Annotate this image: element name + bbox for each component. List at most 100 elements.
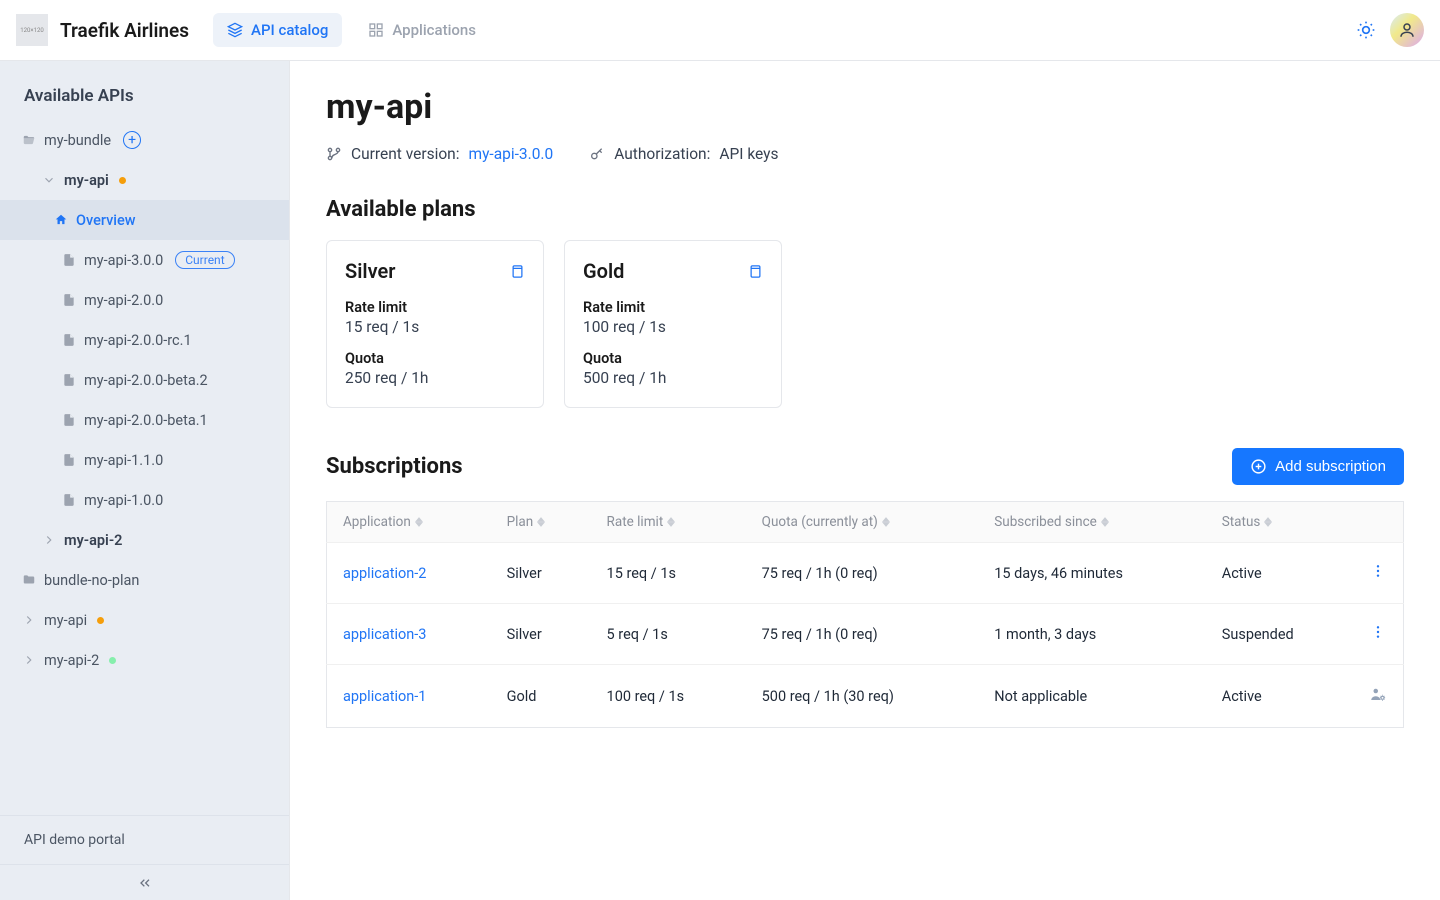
cell-rate-limit: 15 req / 1s — [591, 543, 746, 604]
theme-toggle-icon[interactable] — [1356, 20, 1376, 40]
plan-rate-limit-label: Rate limit — [345, 299, 525, 316]
row-menu-icon[interactable] — [1370, 566, 1386, 583]
sort-icon — [882, 517, 890, 527]
tree-root-my-api-label: my-api — [44, 612, 87, 629]
tree-overview[interactable]: Overview — [0, 200, 289, 240]
sidebar-title: Available APIs — [0, 61, 289, 120]
status-dot-icon — [109, 657, 116, 664]
tree-api-my-api[interactable]: my-api — [0, 160, 289, 200]
application-link[interactable]: application-1 — [343, 688, 426, 705]
chevron-right-icon — [42, 533, 56, 547]
col-application[interactable]: Application — [327, 502, 491, 543]
git-branch-icon — [326, 146, 342, 162]
tree-version-label: my-api-2.0.0-rc.1 — [84, 332, 192, 349]
cell-since: Not applicable — [978, 665, 1206, 728]
tree-version[interactable]: my-api-2.0.0-rc.1 — [0, 320, 289, 360]
folder-open-icon — [22, 133, 36, 147]
tree-version-label: my-api-3.0.0 — [84, 252, 163, 269]
col-since[interactable]: Subscribed since — [978, 502, 1206, 543]
file-icon — [62, 373, 76, 387]
plan-quota-label: Quota — [583, 350, 763, 367]
add-subscription-button[interactable]: Add subscription — [1232, 448, 1404, 485]
tree-root-my-api-2[interactable]: my-api-2 — [0, 640, 289, 680]
nav-applications[interactable]: Applications — [354, 13, 490, 47]
col-rate-limit[interactable]: Rate limit — [591, 502, 746, 543]
file-icon — [62, 413, 76, 427]
plan-rate-limit-value: 15 req / 1s — [345, 318, 525, 336]
cell-status: Active — [1206, 665, 1353, 728]
topbar: 120×120 Traefik Airlines API catalog App… — [0, 0, 1440, 61]
col-plan[interactable]: Plan — [491, 502, 591, 543]
cell-plan: Gold — [491, 665, 591, 728]
key-icon — [589, 146, 605, 162]
plan-card: GoldRate limit100 req / 1sQuota500 req /… — [564, 240, 782, 408]
sort-icon — [1101, 517, 1109, 527]
col-quota[interactable]: Quota (currently at) — [746, 502, 979, 543]
meta-authorization-value: API keys — [719, 145, 778, 163]
plan-rate-limit-label: Rate limit — [583, 299, 763, 316]
plan-name: Silver — [345, 259, 395, 283]
sidebar-collapse[interactable] — [0, 864, 289, 900]
tree-version[interactable]: my-api-1.0.0 — [0, 480, 289, 520]
tree-bundle-label: my-bundle — [44, 132, 111, 149]
meta-current-version-value[interactable]: my-api-3.0.0 — [469, 145, 554, 163]
tree-bundle-no-plan[interactable]: bundle-no-plan — [0, 560, 289, 600]
sidebar: Available APIs my-bundle + my-api — [0, 61, 290, 900]
meta-current-version-label: Current version: — [351, 145, 460, 163]
plan-quota-value: 500 req / 1h — [583, 369, 763, 387]
tree-api-my-api-2-label: my-api-2 — [64, 532, 122, 549]
cell-status: Active — [1206, 543, 1353, 604]
tree-bundle-no-plan-label: bundle-no-plan — [44, 572, 139, 589]
plan-card: SilverRate limit15 req / 1sQuota250 req … — [326, 240, 544, 408]
plan-quota-value: 250 req / 1h — [345, 369, 525, 387]
tree-bundle[interactable]: my-bundle + — [0, 120, 289, 160]
docs-icon[interactable] — [748, 264, 763, 279]
tree-root-my-api-2-label: my-api-2 — [44, 652, 99, 669]
cell-status: Suspended — [1206, 604, 1353, 665]
add-api-icon[interactable]: + — [123, 131, 141, 149]
tree-version[interactable]: my-api-1.1.0 — [0, 440, 289, 480]
page-title: my-api — [326, 87, 1404, 127]
section-subscriptions: Subscriptions — [326, 454, 463, 479]
sort-icon — [1264, 517, 1272, 527]
nav-api-catalog[interactable]: API catalog — [213, 13, 342, 47]
tree-version-label: my-api-2.0.0 — [84, 292, 163, 309]
tree-version[interactable]: my-api-2.0.0 — [0, 280, 289, 320]
add-subscription-label: Add subscription — [1275, 458, 1386, 475]
docs-icon[interactable] — [510, 264, 525, 279]
user-avatar[interactable] — [1390, 13, 1424, 47]
tree-api-my-api-2[interactable]: my-api-2 — [0, 520, 289, 560]
sort-icon — [667, 517, 675, 527]
current-badge: Current — [175, 251, 234, 269]
application-link[interactable]: application-3 — [343, 626, 426, 643]
section-plans: Available plans — [326, 197, 1404, 222]
row-manage-icon[interactable] — [1369, 690, 1387, 707]
brand-logo: 120×120 — [16, 14, 48, 46]
chevron-right-icon — [22, 653, 36, 667]
cell-rate-limit: 100 req / 1s — [591, 665, 746, 728]
file-icon — [62, 293, 76, 307]
grid-icon — [368, 22, 384, 38]
tree-version[interactable]: my-api-3.0.0 Current — [0, 240, 289, 280]
subscriptions-table: Application Plan Rate limit Quota (curre… — [326, 501, 1404, 728]
tree-version-label: my-api-2.0.0-beta.2 — [84, 372, 208, 389]
folder-icon — [22, 573, 36, 587]
status-dot-icon — [119, 177, 126, 184]
application-link[interactable]: application-2 — [343, 565, 426, 582]
cell-since: 1 month, 3 days — [978, 604, 1206, 665]
cell-since: 15 days, 46 minutes — [978, 543, 1206, 604]
brand-name: Traefik Airlines — [60, 19, 189, 42]
table-row: application-3Silver5 req / 1s75 req / 1h… — [327, 604, 1404, 665]
tree-version[interactable]: my-api-2.0.0-beta.1 — [0, 400, 289, 440]
chevron-down-icon — [42, 173, 56, 187]
tree-api-my-api-label: my-api — [64, 172, 109, 189]
tree-root-my-api[interactable]: my-api — [0, 600, 289, 640]
tree-version[interactable]: my-api-2.0.0-beta.2 — [0, 360, 289, 400]
file-icon — [62, 253, 76, 267]
sort-icon — [415, 517, 423, 527]
col-status[interactable]: Status — [1206, 502, 1353, 543]
table-row: application-1Gold100 req / 1s500 req / 1… — [327, 665, 1404, 728]
row-menu-icon[interactable] — [1370, 627, 1386, 644]
table-row: application-2Silver15 req / 1s75 req / 1… — [327, 543, 1404, 604]
cell-quota: 75 req / 1h (0 req) — [746, 604, 979, 665]
